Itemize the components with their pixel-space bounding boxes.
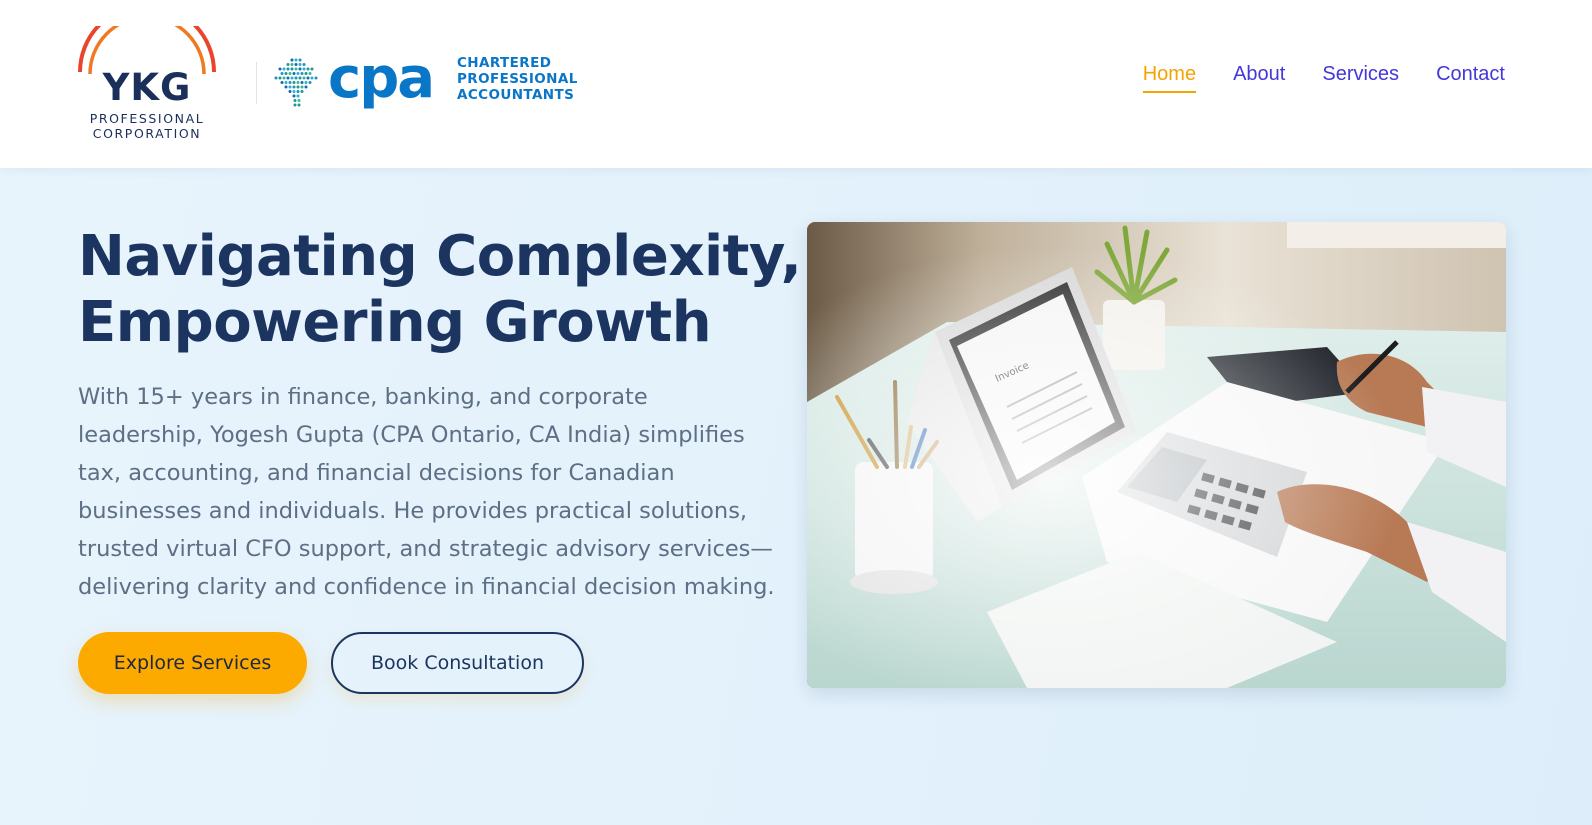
cpa-tagline-line3: ACCOUNTANTS [457,87,575,103]
site-header: YKG PROFESSIONAL CORPORATION CPA CHARTER… [0,0,1592,168]
hero-description: With 15+ years in finance, banking, and … [78,384,775,600]
logo-divider [256,62,257,104]
nav-contact-link[interactable]: Contact [1436,61,1505,93]
hero-image: Invoice [807,222,1506,688]
cpa-wordmark: CPA [328,46,435,111]
book-consultation-button[interactable]: Book Consultation [331,632,584,694]
ykg-logo[interactable]: YKG PROFESSIONAL CORPORATION [74,26,220,144]
hero-title-line1: Navigating Complexity, [78,224,802,289]
cpa-tagline-line2: PROFESSIONAL [457,71,578,87]
hero-title-line2: Empowering Growth [78,290,712,355]
ykg-letters: YKG [102,66,192,109]
accountant-desk-photo: Invoice [807,222,1506,688]
ykg-subtitle-line1: PROFESSIONAL [89,111,205,126]
nav-services-link[interactable]: Services [1322,61,1399,93]
ykg-subtitle-line2: CORPORATION [92,126,202,141]
cpa-tagline: CHARTERED PROFESSIONAL ACCOUNTANTS [457,55,578,103]
ykg-subtitle: PROFESSIONAL CORPORATION [74,111,220,141]
nav-home-link[interactable]: Home [1142,61,1197,93]
explore-services-button[interactable]: Explore Services [78,632,307,694]
maple-leaf-dots-icon [274,58,318,107]
cpa-logo[interactable]: CPA CHARTERED PROFESSIONAL ACCOUNTANTS [274,48,577,114]
nav-about-link[interactable]: About [1233,61,1285,93]
main-nav: Home About Services Contact [1106,61,1505,93]
hero-title: Navigating Complexity, Empowering Growth [78,224,802,356]
cpa-tagline-line1: CHARTERED [457,55,552,71]
